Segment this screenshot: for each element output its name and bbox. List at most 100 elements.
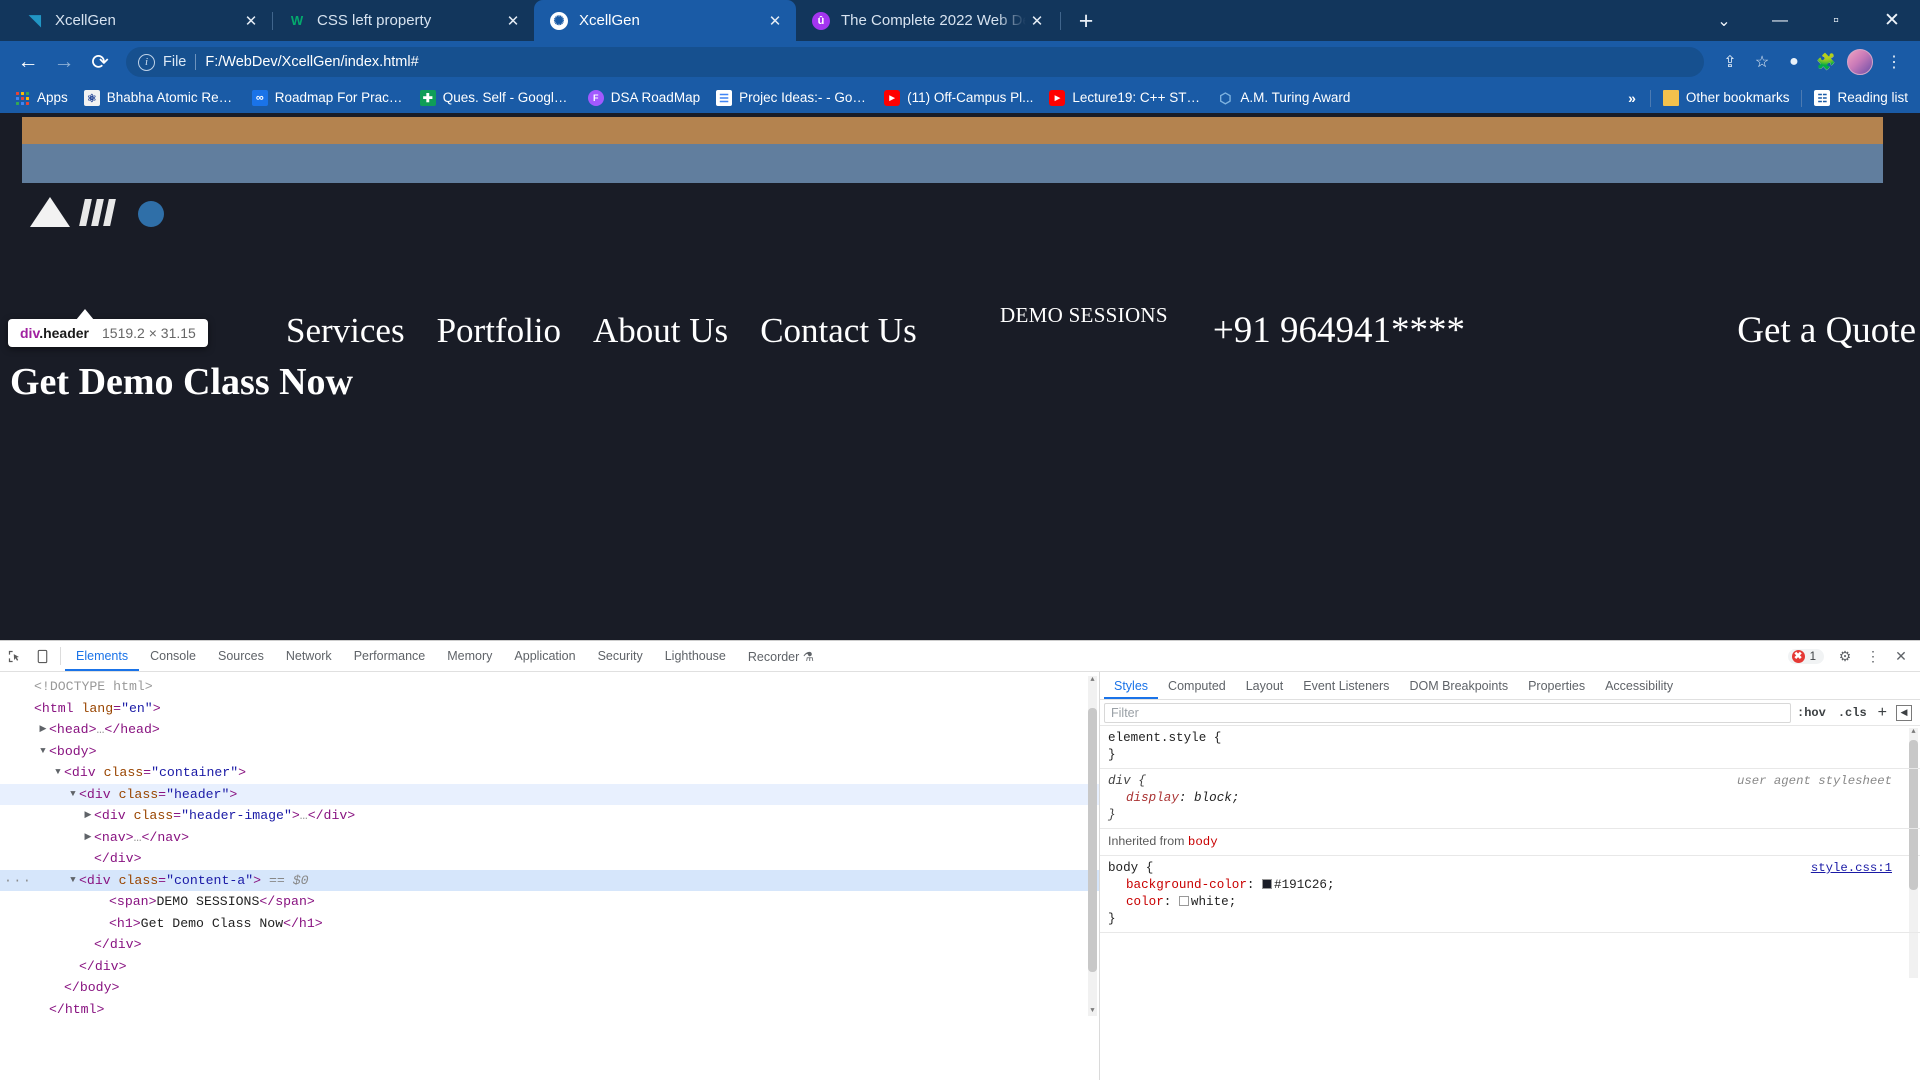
dom-tree-row[interactable]: ▶ <nav>… </nav> (0, 827, 1099, 849)
tab-accessibility[interactable]: Accessibility (1595, 672, 1683, 699)
new-tab-button[interactable]: + (1069, 4, 1103, 38)
scroll-down-icon[interactable]: ▼ (1088, 1007, 1097, 1016)
forward-button[interactable]: → (46, 44, 82, 80)
css-property-value[interactable]: block (1194, 791, 1232, 805)
devtools-tab-network[interactable]: Network (275, 641, 343, 671)
close-icon[interactable]: ✕ (240, 10, 262, 32)
close-icon[interactable]: ✕ (502, 10, 524, 32)
dom-tree-row[interactable]: ▼ <div class = "container" > (0, 762, 1099, 784)
other-bookmarks-button[interactable]: Other bookmarks (1655, 86, 1798, 110)
profile-icon[interactable]: ● (1778, 46, 1810, 78)
maximize-button[interactable]: ▫ (1808, 0, 1864, 41)
dom-tree-row[interactable]: <!DOCTYPE html> (0, 676, 1099, 698)
dom-tree-row[interactable]: ▼ <body> (0, 741, 1099, 763)
extensions-icon[interactable]: 🧩 (1810, 46, 1842, 78)
tab-event-listeners[interactable]: Event Listeners (1293, 672, 1399, 699)
tab-styles[interactable]: Styles (1104, 672, 1158, 699)
dom-tree-row[interactable]: ▶ <head>… </head> (0, 719, 1099, 741)
devtools-tab-console[interactable]: Console (139, 641, 207, 671)
dom-tree-row[interactable]: <html lang = "en" > (0, 698, 1099, 720)
scrollbar-thumb[interactable] (1088, 708, 1097, 972)
browser-tab[interactable]: û The Complete 2022 Web Develop ✕ (796, 0, 1058, 41)
devtools-tab-recorder[interactable]: Recorder ⚗ (737, 641, 825, 671)
error-badge-icon[interactable]: ✖ 1 (1787, 649, 1824, 664)
color-swatch[interactable] (1262, 879, 1273, 889)
chevron-down-icon[interactable]: ▼ (67, 784, 79, 806)
back-button[interactable]: ← (10, 44, 46, 80)
browser-tab[interactable]: ◥ XcellGen ✕ (10, 0, 272, 41)
restore-down-button[interactable]: ⌄ (1696, 0, 1752, 41)
devtools-tab-lighthouse[interactable]: Lighthouse (654, 641, 737, 671)
dom-tree-row[interactable]: </div> (0, 848, 1099, 870)
gear-icon[interactable]: ⚙ (1832, 644, 1858, 670)
chevron-right-icon[interactable]: ▶ (82, 827, 94, 849)
bookmark-item[interactable]: ✚ Ques. Self - Google... (412, 86, 580, 110)
nav-item-portfolio[interactable]: Portfolio (437, 311, 561, 351)
info-icon[interactable]: i (138, 53, 155, 71)
dom-tree-row[interactable]: </html> (0, 999, 1099, 1021)
inspect-element-icon[interactable] (0, 641, 28, 671)
avatar[interactable] (1847, 49, 1873, 75)
three-dot-menu-icon[interactable]: ⋮ (1860, 644, 1886, 670)
devtools-tab-sources[interactable]: Sources (207, 641, 275, 671)
bookmark-item[interactable]: ⬡ A.M. Turing Award (1209, 86, 1358, 110)
bookmark-item[interactable]: ▶ Lecture19: C++ STL... (1041, 86, 1209, 110)
three-dot-menu-icon[interactable]: ⋮ (1878, 46, 1910, 78)
css-property-name[interactable]: color (1108, 895, 1164, 909)
tab-computed[interactable]: Computed (1158, 672, 1236, 699)
dom-tree-row[interactable]: </body> (0, 977, 1099, 999)
bookmark-item[interactable]: ▶ (11) Off-Campus Pl... (876, 86, 1041, 110)
inherited-source[interactable]: body (1188, 835, 1218, 849)
dom-tree-row[interactable]: </div> (0, 934, 1099, 956)
new-style-rule-button[interactable]: + (1873, 704, 1892, 722)
color-swatch[interactable] (1178, 896, 1189, 906)
close-icon[interactable]: ✕ (764, 10, 786, 32)
dom-tree-row[interactable]: ▶ <div class = "header-image" >… </div> (0, 805, 1099, 827)
chevron-right-icon[interactable]: ▶ (37, 719, 49, 741)
css-rule-origin-link[interactable]: style.css:1 (1811, 860, 1892, 877)
tab-dom-breakpoints[interactable]: DOM Breakpoints (1399, 672, 1518, 699)
device-toolbar-icon[interactable] (28, 641, 56, 671)
cls-button[interactable]: .cls (1832, 706, 1873, 720)
bookmark-item[interactable]: F DSA RoadMap (580, 86, 708, 110)
bookmark-item[interactable]: ∞ Roadmap For Practi... (244, 86, 412, 110)
xcellgen-logo[interactable] (26, 185, 196, 231)
css-property-value[interactable]: #191C26 (1274, 878, 1327, 892)
toggle-sidebar-icon[interactable]: ◀ (1896, 704, 1912, 721)
css-rule-element-style[interactable]: element.style { } (1100, 726, 1920, 769)
get-a-quote-link[interactable]: Get a Quote (1737, 309, 1916, 352)
dom-tree-row[interactable]: ··· ▼ <div class = "content-a" > == $0 (0, 869, 1099, 892)
bookmarks-overflow-button[interactable]: » (1618, 90, 1646, 106)
devtools-tab-memory[interactable]: Memory (436, 641, 503, 671)
chevron-down-icon[interactable]: ▼ (37, 741, 49, 763)
devtools-tab-performance[interactable]: Performance (343, 641, 437, 671)
chevron-right-icon[interactable]: ▶ (82, 805, 94, 827)
close-window-button[interactable]: ✕ (1864, 0, 1920, 41)
nav-item-contact-us[interactable]: Contact Us (760, 311, 917, 351)
tab-properties[interactable]: Properties (1518, 672, 1595, 699)
css-rule-body[interactable]: style.css:1 body { background-color: #19… (1100, 856, 1920, 933)
scroll-up-icon[interactable]: ▲ (1088, 676, 1097, 685)
css-rule-div[interactable]: user agent stylesheet div { display: blo… (1100, 769, 1920, 829)
chevron-down-icon[interactable]: ▼ (52, 762, 64, 784)
hov-button[interactable]: :hov (1791, 706, 1832, 720)
styles-rules-list[interactable]: ▲ element.style { } user agent styleshee… (1100, 726, 1920, 1080)
chevron-down-icon[interactable]: ▼ (67, 870, 79, 892)
devtools-tab-security[interactable]: Security (587, 641, 654, 671)
address-bar[interactable]: i File F:/WebDev/XcellGen/index.html# (126, 47, 1704, 77)
bookmark-item[interactable]: ⚛ Bhabha Atomic Res... (76, 86, 244, 110)
minimize-button[interactable]: — (1752, 0, 1808, 41)
css-property-name[interactable]: background-color (1108, 878, 1247, 892)
dom-tree-row[interactable]: <span> DEMO SESSIONS </span> (0, 891, 1099, 913)
styles-filter-input[interactable]: Filter (1104, 702, 1792, 723)
nav-item-about-us[interactable]: About Us (593, 311, 728, 351)
devtools-tab-application[interactable]: Application (503, 641, 586, 671)
phone-number[interactable]: +91 964941**** (1213, 309, 1465, 352)
devtools-tab-elements[interactable]: Elements (65, 641, 139, 671)
dom-tree-row[interactable]: ▼ <div class = "header" > (0, 783, 1099, 806)
dom-tree[interactable]: ▲ ▼ <!DOCTYPE html> <html lang = "en" > ▶ <hea… (0, 672, 1099, 1080)
dom-tree-row[interactable]: </div> (0, 956, 1099, 978)
dom-scrollbar[interactable]: ▲ ▼ (1088, 676, 1097, 1016)
share-icon[interactable]: ⇪ (1714, 46, 1746, 78)
close-icon[interactable]: ✕ (1888, 644, 1914, 670)
